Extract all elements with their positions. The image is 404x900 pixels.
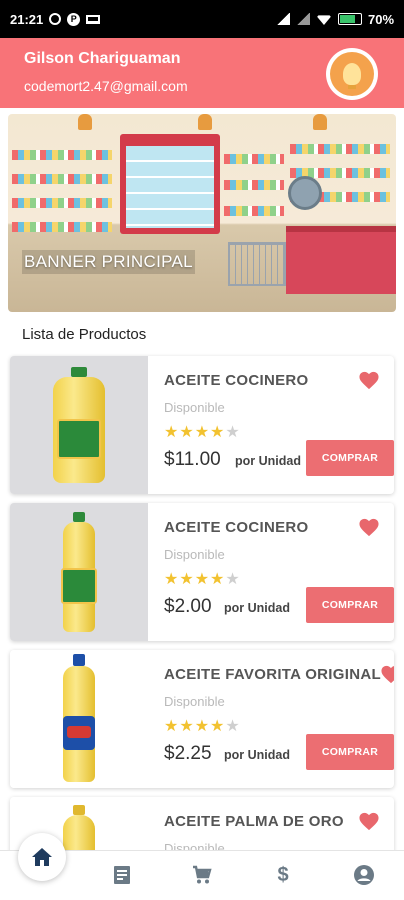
star-filled-icon: ★ (164, 718, 180, 735)
product-unit: por Unidad (224, 748, 290, 762)
fan-icon (288, 176, 322, 210)
store-fridge (120, 134, 220, 234)
bottom-navigation: $ (0, 833, 404, 900)
main-banner[interactable]: BANNER PRINCIPAL (8, 114, 396, 312)
product-card[interactable]: ACEITE COCINERO Disponible ★★★★★ $11.00 … (10, 356, 394, 494)
star-filled-icon: ★ (179, 718, 195, 735)
banner-label: BANNER PRINCIPAL (22, 250, 195, 274)
product-status: Disponible (164, 400, 225, 415)
favorite-heart-icon[interactable] (380, 664, 394, 684)
star-filled-icon: ★ (194, 718, 211, 735)
star-empty-icon: ★ (225, 424, 241, 441)
app-header: Gilson Chariguaman codemort2.47@gmail.co… (0, 38, 404, 108)
shelf-products (12, 150, 112, 160)
dollar-icon: $ (277, 863, 289, 886)
shelf-products (12, 174, 112, 184)
nav-account-button[interactable] (352, 863, 376, 887)
star-filled-icon: ★ (194, 571, 211, 588)
star-filled-icon: ★ (179, 424, 195, 441)
parking-icon: P (67, 12, 81, 26)
rating-stars: ★★★★★ (164, 569, 241, 589)
product-image (10, 650, 148, 788)
shelf-products (224, 180, 284, 190)
star-filled-icon: ★ (164, 571, 180, 588)
star-filled-icon: ★ (179, 571, 195, 588)
ceiling-lamp-icon (198, 114, 212, 130)
product-image (10, 356, 148, 494)
wifi-icon (315, 15, 332, 25)
favorite-heart-icon[interactable] (358, 370, 380, 390)
ceiling-lamp-icon (78, 114, 92, 130)
shelf-products (224, 206, 284, 216)
receipt-icon (114, 866, 130, 884)
product-name: ACEITE PALMA DE ORO (164, 813, 344, 830)
checkout-counter (286, 232, 396, 294)
buy-button[interactable]: COMPRAR (306, 440, 394, 476)
status-time: 21:21 (10, 11, 44, 27)
shelf-products (290, 144, 390, 154)
product-status: Disponible (164, 694, 225, 709)
nav-cart-button[interactable] (190, 863, 214, 887)
shopping-cart-illustration (228, 242, 286, 286)
products-section-title: Lista de Productos (22, 326, 147, 343)
product-price: $11.00 (164, 449, 221, 470)
laptop-icon (86, 14, 101, 24)
star-empty-icon: ★ (225, 718, 241, 735)
cart-icon (193, 865, 212, 884)
product-unit: por Unidad (235, 454, 301, 468)
avatar-circle (330, 52, 374, 96)
product-status: Disponible (164, 547, 225, 562)
star-empty-icon: ★ (225, 571, 241, 588)
user-name: Gilson Chariguaman (24, 50, 181, 67)
alarm-icon (49, 13, 62, 25)
product-unit: por Unidad (224, 601, 290, 615)
battery-icon (337, 13, 362, 25)
shelf-products (224, 154, 284, 164)
shelf-products (12, 222, 112, 232)
account-icon (354, 865, 374, 885)
favorite-heart-icon[interactable] (358, 811, 380, 831)
shelf-products (12, 198, 112, 208)
product-name: ACEITE COCINERO (164, 519, 309, 536)
star-filled-icon: ★ (194, 424, 211, 441)
lightbulb-icon (343, 63, 361, 89)
product-name: ACEITE FAVORITA ORIGINAL (164, 666, 381, 683)
rating-stars: ★★★★★ (164, 422, 241, 442)
nav-payments-button[interactable]: $ (271, 863, 295, 887)
home-icon (32, 848, 52, 866)
buy-button[interactable]: COMPRAR (306, 734, 394, 770)
avatar[interactable] (326, 48, 378, 100)
signal-icon (275, 13, 290, 25)
product-image (10, 503, 148, 641)
signal-secondary-icon (295, 13, 310, 25)
star-filled-icon: ★ (210, 718, 226, 735)
product-card[interactable]: ACEITE COCINERO Disponible ★★★★★ $2.00 p… (10, 503, 394, 641)
battery-percent: 70% (367, 11, 394, 27)
nav-home-button[interactable] (18, 833, 66, 881)
star-filled-icon: ★ (210, 571, 226, 588)
buy-button[interactable]: COMPRAR (306, 587, 394, 623)
user-email: codemort2.47@gmail.com (24, 78, 188, 94)
rating-stars: ★★★★★ (164, 716, 241, 736)
status-bar: 21:21 P 70% (0, 0, 404, 38)
product-card[interactable]: ACEITE FAVORITA ORIGINAL Disponible ★★★★… (10, 650, 394, 788)
product-price: $2.25 (164, 743, 212, 764)
star-filled-icon: ★ (164, 424, 180, 441)
favorite-heart-icon[interactable] (358, 517, 380, 537)
nav-receipt-button[interactable] (110, 863, 134, 887)
star-filled-icon: ★ (210, 424, 226, 441)
product-name: ACEITE COCINERO (164, 372, 309, 389)
ceiling-lamp-icon (313, 114, 327, 130)
product-price: $2.00 (164, 596, 212, 617)
